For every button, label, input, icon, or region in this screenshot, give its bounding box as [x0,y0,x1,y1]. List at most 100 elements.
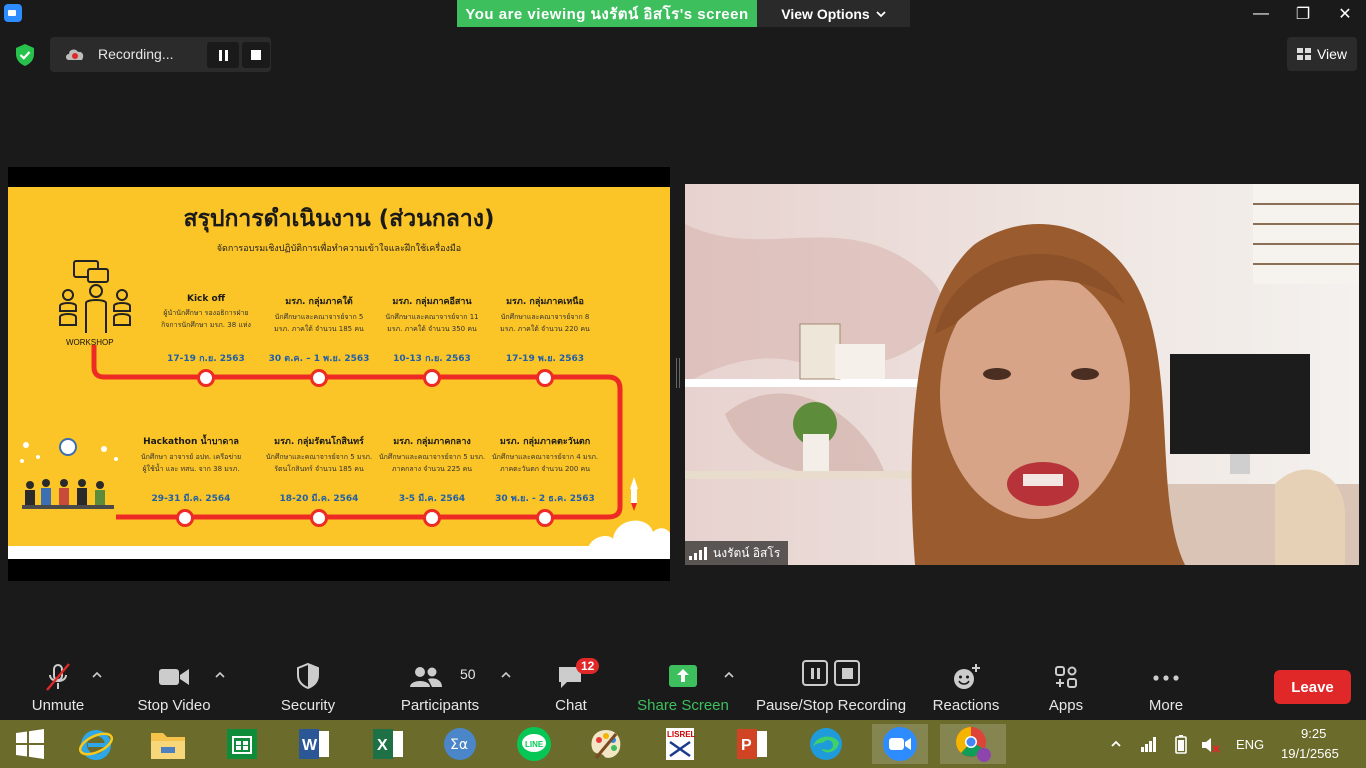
close-icon: ✕ [1338,6,1352,23]
signal-strength-icon [689,546,707,560]
stage-date: 18-20 มี.ค. 2564 [279,494,359,504]
stage-title: มรภ. กลุ่มภาคใต้ [285,297,353,307]
excel-icon: X [373,729,403,759]
stage-north: มรภ. กลุ่มภาคเหนือ นักศึกษาและคณาจารย์จา… [480,294,610,335]
slide-footer-band [8,546,670,559]
internet-explorer-icon [78,730,114,760]
taskbar-edge[interactable] [802,724,850,764]
restore-button[interactable]: ❐ [1282,0,1324,28]
taskbar-lisrel[interactable]: LISREL [656,724,704,764]
taskbar-file-explorer[interactable] [144,724,192,764]
presentation-slide: สรุปการดำเนินงาน (ส่วนกลาง) จัดการอบรมเช… [8,187,670,559]
svg-text:Σα: Σα [450,737,468,753]
pause-recording-button[interactable] [207,42,239,68]
leave-meeting-button[interactable]: Leave [1274,670,1351,704]
minimize-button[interactable]: — [1240,0,1282,28]
svg-text:LINE: LINE [525,740,544,749]
taskbar-microsoft-store[interactable] [218,724,266,764]
more-dots-icon [1153,675,1179,681]
taskbar-chrome[interactable] [940,724,1006,764]
stage-title: มรภ. กลุ่มรัตนโกสินทร์ [274,437,364,447]
timeline-node [197,369,215,387]
unmute-label: Unmute [31,697,85,714]
svg-text:X: X [377,737,388,754]
reactions-label: Reactions [932,697,1000,714]
timeline-node [536,509,554,527]
chat-button[interactable]: 12 Chat [540,648,602,720]
unmute-button[interactable]: Unmute [20,648,96,720]
security-button[interactable]: Security [270,648,346,720]
taskbar-math-input[interactable]: Σα [436,724,484,764]
show-hidden-icons-caret[interactable] [1111,740,1121,748]
view-layout-button[interactable]: View [1287,37,1357,71]
stage-date: 29-31 มี.ค. 2564 [151,494,231,504]
clock-date[interactable]: 19/1/2565 [1281,746,1339,761]
stage-title: มรภ. กลุ่มภาคกลาง [393,437,471,447]
timeline-node [423,509,441,527]
stage-title: มรภ. กลุ่มภาคเหนือ [506,297,584,307]
input-language[interactable]: ENG [1236,737,1264,752]
participant-video: นงรัตน์ อิสโร [685,184,1359,565]
participants-button[interactable]: 50 Participants [396,648,484,720]
stage-title: มรภ. กลุ่มภาคอีสาน [392,297,472,307]
network-signal-icon[interactable] [1140,736,1158,752]
video-camera-icon [159,669,189,685]
taskbar-excel[interactable]: X [364,724,412,764]
chevron-up-icon [215,671,225,678]
video-feed [685,184,1359,565]
stage-title: Kick off [187,294,225,304]
cloud-recording-icon [66,49,84,60]
stop-recording-button[interactable] [242,42,270,68]
reactions-button[interactable]: Reactions [928,648,1004,720]
stage-desc: นักศึกษา อาจารย์ อปท. เครือข่าย [140,453,242,461]
edge-browser-icon [810,728,842,760]
share-screen-icon [669,665,697,687]
taskbar-paint[interactable] [582,724,630,764]
taskbar-internet-explorer[interactable] [72,724,120,764]
timeline-node [536,369,554,387]
svg-text:W: W [302,737,318,754]
stage-title: มรภ. กลุ่มภาคตะวันตก [499,437,591,447]
speaker-muted-icon[interactable] [1200,736,1220,754]
stage-northeast: มรภ. กลุ่มภาคอีสาน นักศึกษาและคณาจารย์จา… [367,294,497,335]
title-bar: You are viewing นงรัตน์ อิสโร's screen V… [0,0,1366,28]
split-resize-handle[interactable] [676,358,680,388]
taskbar-word[interactable]: W [290,724,338,764]
participants-count: 50 [460,666,476,682]
stage-kickoff: Kick off ผู้นำนักศึกษา รองอธิการฝ่าย กิจ… [141,294,271,331]
audio-options-caret[interactable] [92,670,102,680]
apps-button[interactable]: Apps [1040,648,1092,720]
participants-options-caret[interactable] [501,670,511,680]
chrome-browser-icon [956,727,991,762]
taskbar-powerpoint[interactable]: P [728,724,776,764]
share-screen-button[interactable]: Share Screen [636,648,730,720]
window-controls: — ❐ ✕ [1240,0,1366,28]
chevron-down-icon [876,10,886,17]
share-options-caret[interactable] [724,670,734,680]
timeline-node [423,369,441,387]
view-options-button[interactable]: View Options [757,0,910,27]
lisrel-icon: LISREL [666,728,696,760]
stage-south: มรภ. กลุ่มภาคใต้ นักศึกษาและคณาจารย์จาก … [254,294,384,335]
chevron-up-icon [92,671,102,678]
stage-west: มรภ. กลุ่มภาคตะวันตก นักศึกษาและคณาจารย์… [480,434,610,475]
participants-icon [410,667,442,687]
taskbar-line[interactable]: LINE [510,724,558,764]
chat-unread-badge: 12 [576,658,600,674]
timeline-node [176,509,194,527]
security-label: Security [280,697,336,714]
encryption-shield-icon[interactable] [12,42,38,68]
battery-icon[interactable] [1172,734,1190,754]
start-button[interactable] [6,724,54,764]
taskbar-zoom[interactable] [872,724,928,764]
store-bag-icon [227,729,257,759]
stop-video-label: Stop Video [137,697,211,714]
more-button[interactable]: More [1140,648,1192,720]
video-options-caret[interactable] [215,670,225,680]
close-button[interactable]: ✕ [1324,0,1366,28]
pause-stop-recording-button[interactable]: Pause/Stop Recording [752,648,910,720]
clock-time[interactable]: 9:25 [1301,726,1326,741]
stage-date: 17-19 ก.ย. 2563 [167,354,245,364]
pause-icon [802,660,828,686]
stop-video-button[interactable]: Stop Video [132,648,216,720]
